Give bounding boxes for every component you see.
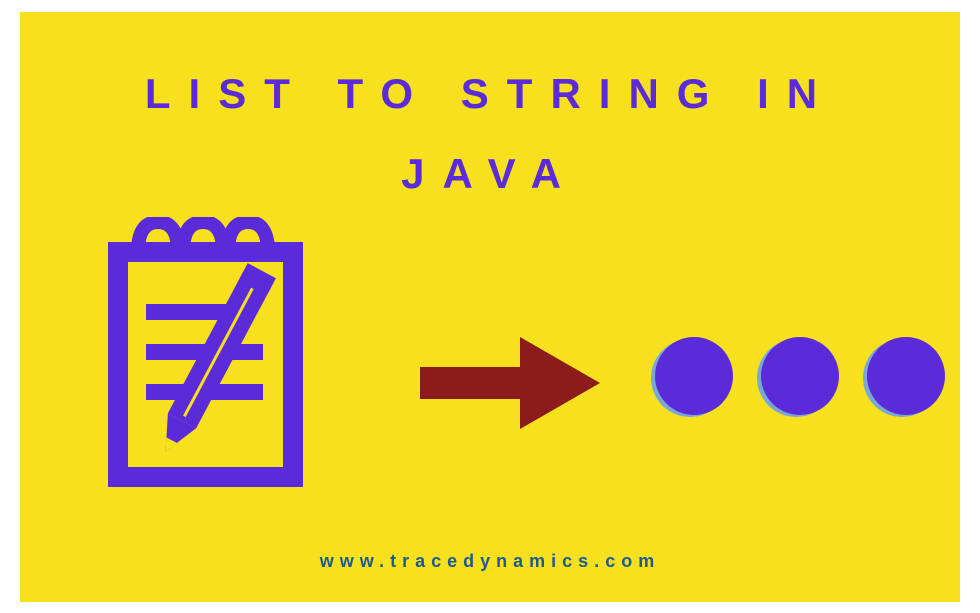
dot-icon [867,337,945,415]
dot-icon [761,337,839,415]
banner-image: LIST TO STRING IN JAVA [20,12,960,602]
title-line-1: LIST TO STRING IN [20,70,960,118]
notepad-pencil-icon [98,217,358,502]
ellipsis-dots-icon [655,337,945,415]
dot-icon [655,337,733,415]
arrow-right-icon [410,322,610,447]
title-line-2: JAVA [20,150,960,198]
website-url: www.tracedynamics.com [20,551,960,572]
